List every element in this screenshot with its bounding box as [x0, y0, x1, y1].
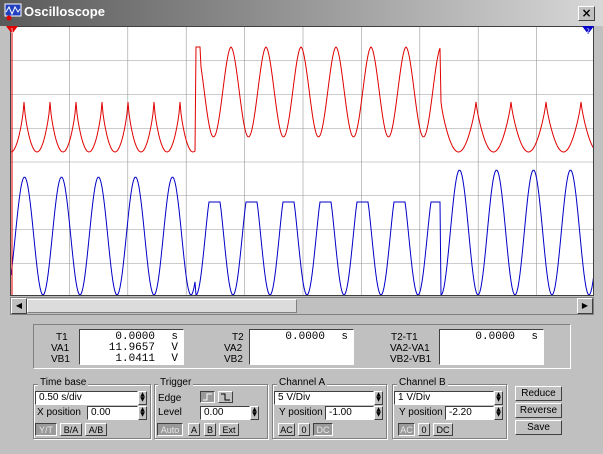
oscilloscope-icon [4, 3, 22, 21]
close-button[interactable]: × [578, 6, 595, 21]
timebase-spinner[interactable]: ▲ ▼ [138, 391, 147, 405]
va2-label: VA2 [224, 343, 243, 354]
channel-b-dc-button[interactable]: DC [433, 423, 453, 436]
trigger-edge-label: Edge [158, 393, 182, 404]
channel-b-trace [11, 169, 593, 295]
channel-b-scale-spinner[interactable]: ▲ ▼ [494, 391, 503, 405]
channel-b-ac-button[interactable]: AC [398, 423, 415, 436]
timebase-title: Time base [38, 377, 89, 388]
vb1-label: VB1 [51, 354, 70, 365]
va2-va1-label: VA2-VA1 [390, 343, 430, 354]
channel-a-trace [11, 46, 593, 153]
vb2-label: VB2 [224, 354, 243, 365]
t2-t1-label: T2-T1 [391, 332, 418, 343]
channel-a-scale-field[interactable]: 5 V/Div [274, 391, 374, 405]
falling-edge-icon[interactable] [218, 391, 233, 403]
trigger-ext-button[interactable]: Ext [219, 423, 239, 436]
measurement-readout: T1 VA1 VB1 0.0000 s 11.9657 V 1.0411 V T… [33, 324, 571, 369]
trigger-auto-button[interactable]: Auto [157, 423, 183, 436]
channel-b-title: Channel B [397, 377, 448, 388]
timebase-xpos-field[interactable]: 0.00 [87, 406, 138, 420]
svg-text:2: 2 [586, 28, 590, 35]
vb1-unit: V [171, 353, 178, 365]
save-button[interactable]: Save [515, 420, 562, 435]
window-title: Oscilloscope [24, 4, 105, 19]
cursor2-values: 0.0000 s [249, 329, 354, 365]
channel-a-ac-button[interactable]: AC [278, 423, 295, 436]
channel-b-scale-field[interactable]: 1 V/Div [394, 391, 494, 405]
rising-edge-icon[interactable] [200, 391, 215, 403]
yt-mode-button[interactable]: Y/T [35, 423, 57, 436]
reduce-button[interactable]: Reduce [515, 386, 562, 401]
channel-a-dc-button[interactable]: DC [313, 423, 333, 436]
channel-a-title: Channel A [277, 377, 328, 388]
cursor-2-marker-icon[interactable]: 2 [582, 26, 596, 36]
reverse-button[interactable]: Reverse [515, 403, 562, 418]
t2-t1-value: 0.0000 [475, 331, 515, 343]
ba-mode-button[interactable]: B/A [60, 423, 82, 436]
cursor-1-marker-icon[interactable]: 1 [6, 26, 20, 36]
vb1-value: 1.0411 [115, 353, 155, 365]
t2-unit: s [341, 331, 348, 343]
channel-a-ypos-spinner[interactable]: ▲ ▼ [374, 406, 383, 420]
trigger-level-field[interactable]: 0.00 [200, 406, 250, 420]
channel-a-scale-spinner[interactable]: ▲ ▼ [374, 391, 383, 405]
horizontal-scrollbar[interactable]: ◀ ▶ [10, 297, 594, 315]
va1-label: VA1 [51, 343, 70, 354]
trigger-b-button[interactable]: B [204, 423, 216, 436]
trigger-title: Trigger [158, 377, 194, 388]
t2-t1-unit: s [531, 331, 538, 343]
scroll-thumb[interactable] [27, 299, 297, 313]
scope-screen [10, 26, 594, 296]
svg-text:1: 1 [10, 28, 14, 35]
t1-label: T1 [56, 332, 68, 343]
channel-b-zero-button[interactable]: 0 [418, 423, 430, 436]
waveform-display [11, 27, 593, 295]
trigger-a-button[interactable]: A [188, 423, 200, 436]
vb2-vb1-label: VB2-VB1 [390, 354, 432, 365]
channel-a-zero-button[interactable]: 0 [298, 423, 310, 436]
t2-value: 0.0000 [285, 331, 325, 343]
ab-mode-button[interactable]: A/B [85, 423, 107, 436]
channel-b-ypos-label: Y position [399, 407, 443, 418]
channel-b-ypos-field[interactable]: -2.20 [445, 406, 494, 420]
scroll-right-icon[interactable]: ▶ [577, 298, 593, 314]
timebase-xpos-spinner[interactable]: ▲ ▼ [138, 406, 147, 420]
t2-label: T2 [232, 332, 244, 343]
channel-a-ypos-label: Y position [279, 407, 323, 418]
trigger-level-label: Level [158, 407, 182, 418]
channel-a-ypos-field[interactable]: -1.00 [325, 406, 374, 420]
trigger-level-spinner[interactable]: ▲ ▼ [250, 406, 259, 420]
difference-values: 0.0000 s [439, 329, 544, 365]
timebase-scale-field[interactable]: 0.50 s/div [35, 391, 138, 405]
scroll-left-icon[interactable]: ◀ [11, 298, 27, 314]
channel-b-ypos-spinner[interactable]: ▲ ▼ [494, 406, 503, 420]
cursor1-values: 0.0000 s 11.9657 V 1.0411 V [79, 329, 184, 365]
timebase-xpos-label: X position [37, 407, 81, 418]
